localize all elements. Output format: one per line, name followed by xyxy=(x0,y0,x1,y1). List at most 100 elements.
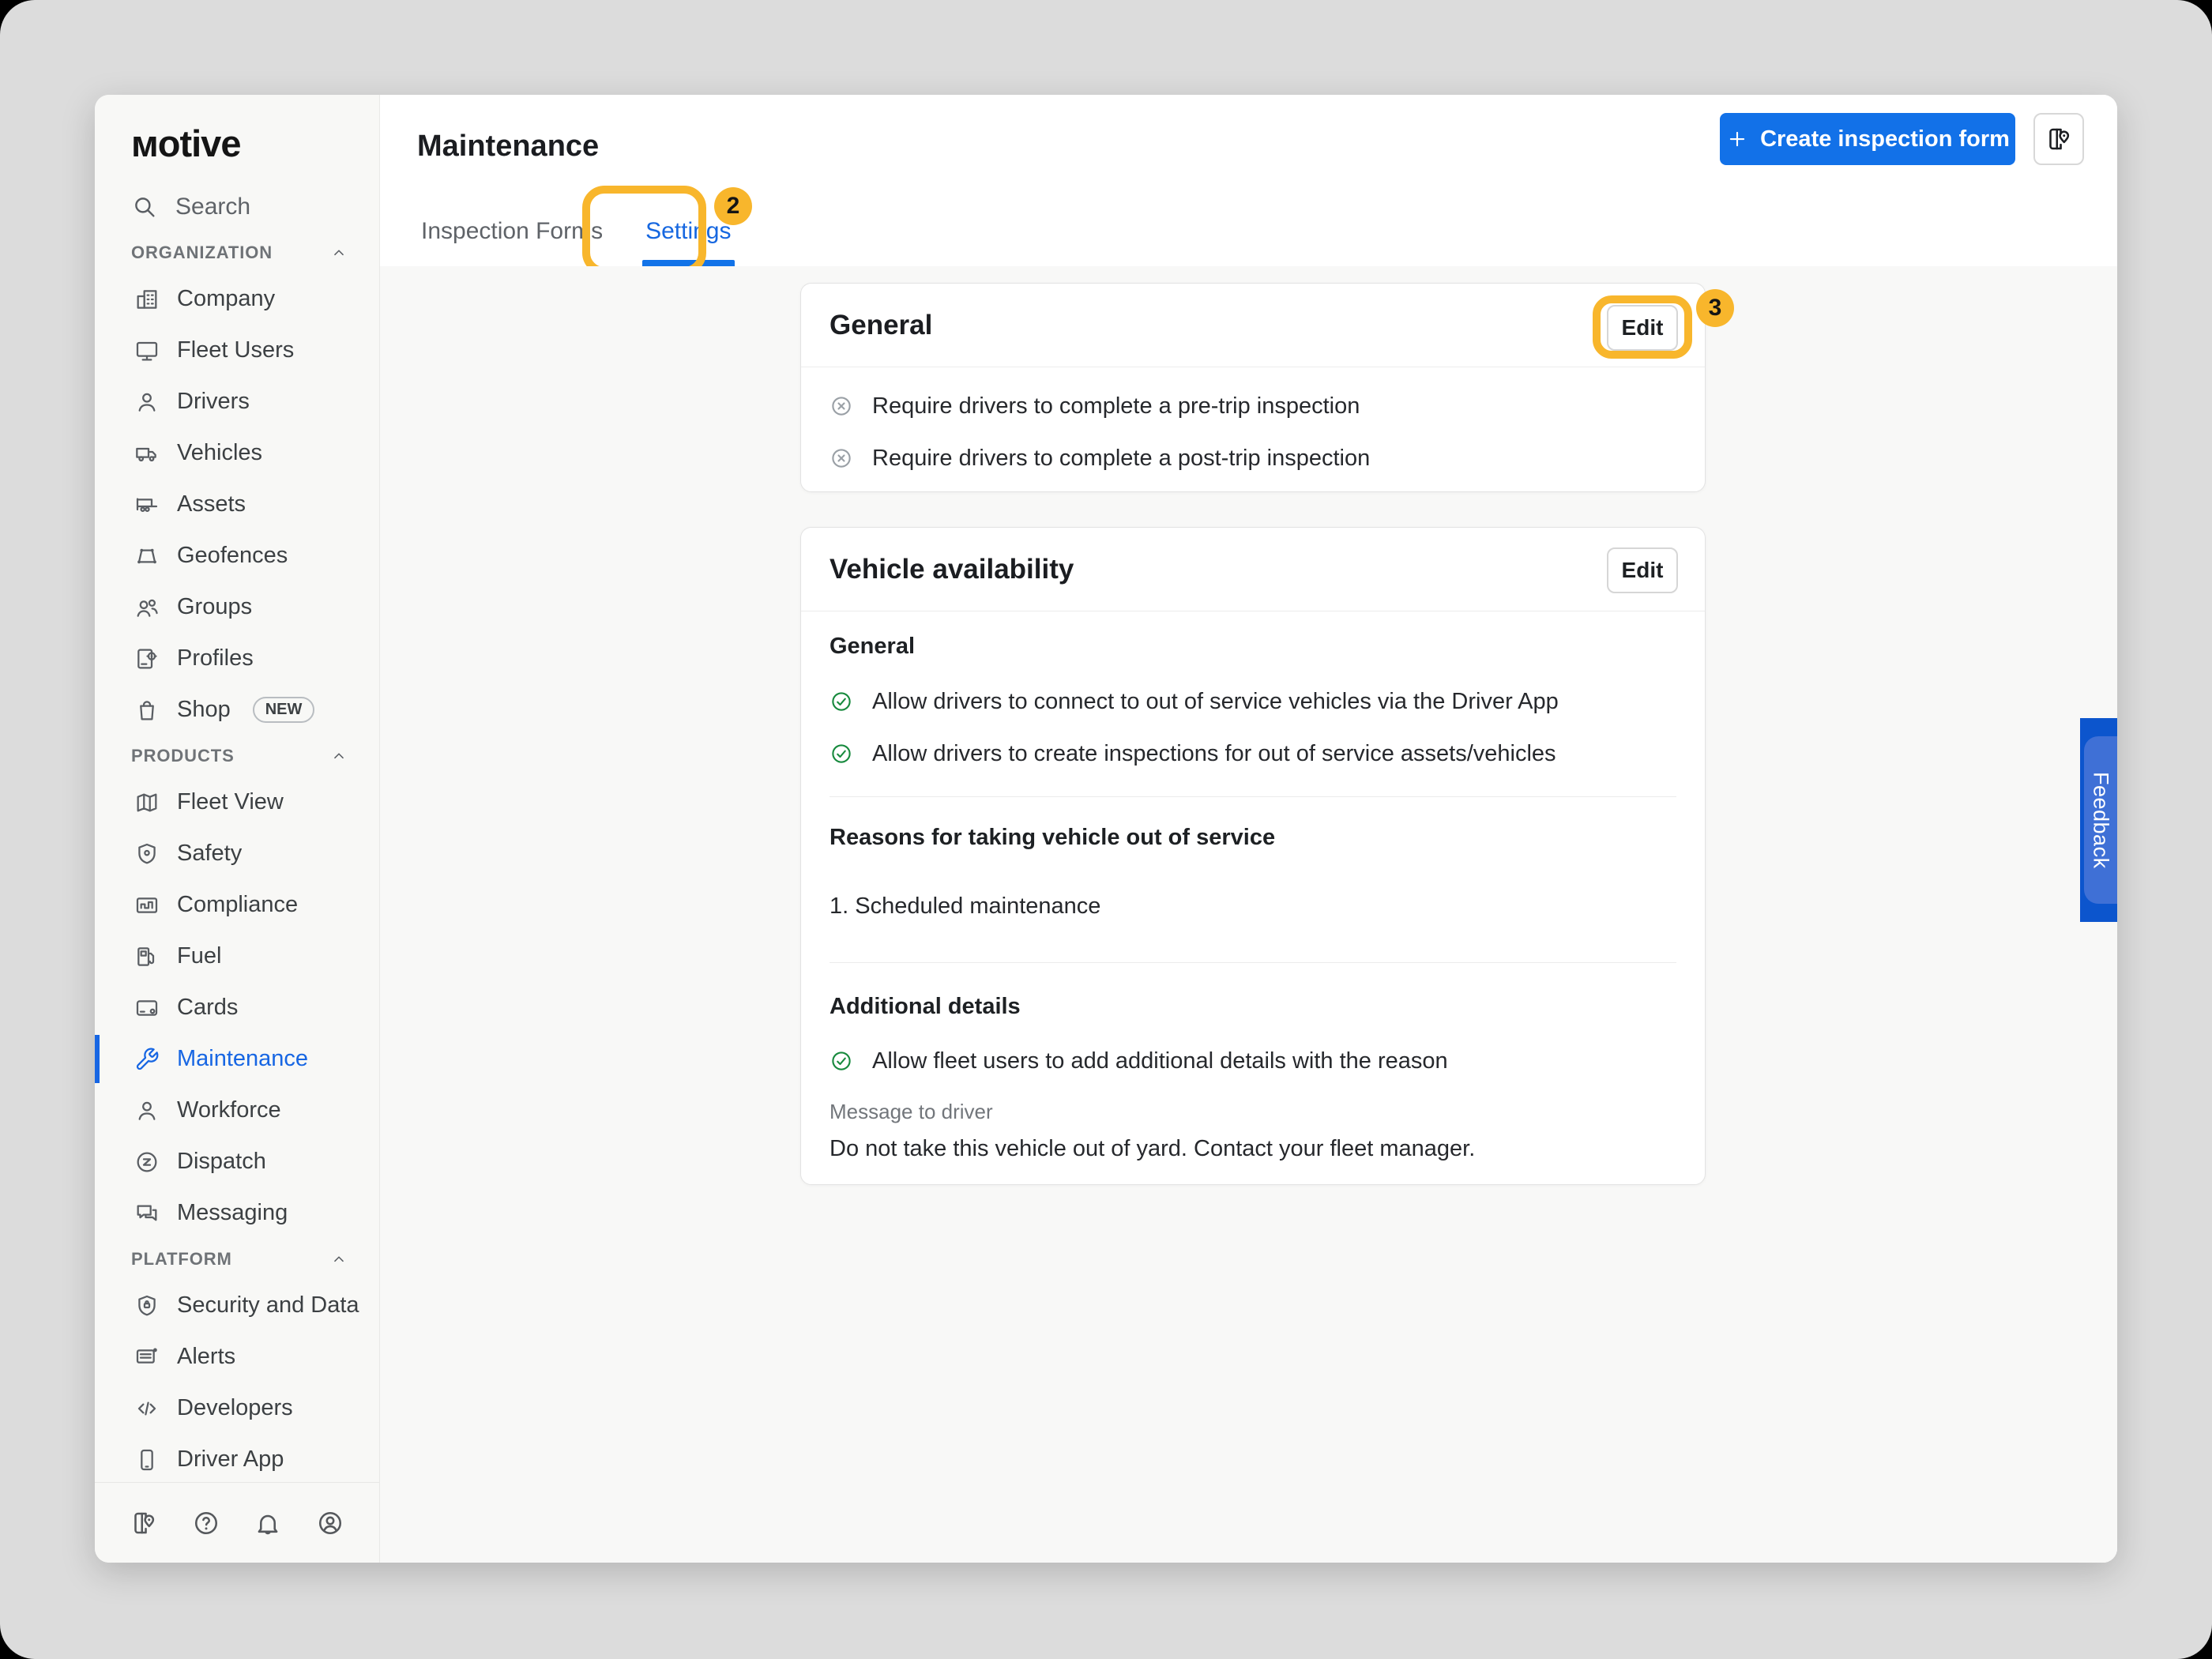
sidebar-item-shop[interactable]: Shop NEW xyxy=(95,684,379,735)
shield-lock-icon xyxy=(134,1293,160,1319)
help-icon[interactable] xyxy=(192,1509,220,1537)
guide-icon xyxy=(2045,125,2073,153)
main-area: Maintenance Inspection Forms Settings 2 … xyxy=(380,95,2117,1563)
page-title: Maintenance xyxy=(417,130,599,164)
section-header-products[interactable]: PRODUCTS xyxy=(95,735,379,777)
vehicle-card-header: Vehicle availability xyxy=(801,528,1705,611)
feedback-tab[interactable]: Feedback xyxy=(2080,718,2117,922)
general-card-header: General xyxy=(801,284,1705,367)
general-settings-card: General Edit 3 Require drivers to comple… xyxy=(800,283,1706,492)
sidebar-item-workforce[interactable]: Workforce xyxy=(95,1085,379,1136)
chevron-up-icon xyxy=(330,244,348,261)
messaging-icon xyxy=(134,1201,160,1226)
shield-icon xyxy=(134,841,160,867)
plus-icon xyxy=(1725,127,1749,151)
message-to-driver-label: Message to driver xyxy=(801,1097,1705,1126)
people-icon xyxy=(134,595,160,620)
section-header-organization[interactable]: ORGANIZATION xyxy=(95,232,379,273)
motive-logo: ᴍotive xyxy=(95,95,379,182)
sidebar-item-fuel[interactable]: Fuel xyxy=(95,931,379,982)
sidebar-item-compliance[interactable]: Compliance xyxy=(95,879,379,931)
circle-check-icon xyxy=(830,742,853,766)
truck-icon xyxy=(134,441,160,466)
building-icon xyxy=(134,287,160,312)
sidebar-item-vehicles[interactable]: Vehicles xyxy=(95,427,379,479)
settings-content: General Edit 3 Require drivers to comple… xyxy=(380,266,2117,1563)
bell-icon[interactable] xyxy=(254,1509,282,1537)
alerts-icon xyxy=(134,1345,160,1370)
feedback-tab-inner: Feedback xyxy=(2084,736,2117,904)
guide-button[interactable] xyxy=(2033,113,2084,165)
circle-check-icon xyxy=(830,1049,853,1073)
person-icon xyxy=(134,389,160,415)
chevron-up-icon xyxy=(330,747,348,765)
sidebar-item-messaging[interactable]: Messaging xyxy=(95,1187,379,1239)
sidebar-footer xyxy=(95,1482,379,1563)
page-header: Maintenance Inspection Forms Settings 2 … xyxy=(380,95,2117,267)
general-edit-button[interactable]: Edit xyxy=(1607,305,1678,351)
vehicle-general-heading: General xyxy=(801,630,1705,662)
card-icon xyxy=(134,995,160,1021)
sidebar: ᴍotive Search ORGANIZATION Company Fleet… xyxy=(95,95,380,1563)
general-card-title: General xyxy=(830,310,932,341)
circle-check-icon xyxy=(830,690,853,713)
setting-row-pre-trip: Require drivers to complete a pre-trip i… xyxy=(801,380,1705,432)
sidebar-item-maintenance[interactable]: Maintenance xyxy=(95,1033,379,1085)
divider xyxy=(830,962,1676,963)
vehicle-availability-card: Vehicle availability Edit General Allow … xyxy=(800,527,1706,1185)
reasons-heading: Reasons for taking vehicle out of servic… xyxy=(801,822,1705,853)
trailer-icon xyxy=(134,492,160,517)
chevron-up-icon xyxy=(330,1251,348,1268)
sidebar-item-security-and-data[interactable]: Security and Data xyxy=(95,1280,379,1331)
circle-x-icon xyxy=(830,394,853,418)
shopping-bag-icon xyxy=(134,698,160,723)
sidebar-item-groups[interactable]: Groups xyxy=(95,581,379,633)
reason-item: 1. Scheduled maintenance xyxy=(801,890,1705,922)
setting-row-create-inspections: Allow drivers to create inspections for … xyxy=(801,728,1705,780)
setting-row-post-trip: Require drivers to complete a post-trip … xyxy=(801,432,1705,484)
sidebar-item-safety[interactable]: Safety xyxy=(95,828,379,879)
sidebar-item-profiles[interactable]: Profiles xyxy=(95,633,379,684)
sidebar-item-alerts[interactable]: Alerts xyxy=(95,1331,379,1382)
sidebar-item-driver-app[interactable]: Driver App xyxy=(95,1434,379,1485)
feedback-label: Feedback xyxy=(2089,772,2113,869)
sidebar-item-company[interactable]: Company xyxy=(95,273,379,325)
geofence-icon xyxy=(134,544,160,569)
guide-icon[interactable] xyxy=(130,1509,158,1537)
screen: ᴍotive Search ORGANIZATION Company Fleet… xyxy=(0,0,2212,1659)
divider xyxy=(830,796,1676,797)
sidebar-item-fleet-users[interactable]: Fleet Users xyxy=(95,325,379,376)
sidebar-item-assets[interactable]: Assets xyxy=(95,479,379,530)
create-inspection-form-button[interactable]: Create inspection form xyxy=(1720,113,2015,165)
account-icon[interactable] xyxy=(316,1509,344,1537)
sidebar-item-dispatch[interactable]: Dispatch xyxy=(95,1136,379,1187)
monitor-icon xyxy=(134,338,160,363)
dispatch-icon xyxy=(134,1149,160,1175)
search-label: Search xyxy=(175,194,250,220)
message-to-driver-text: Do not take this vehicle out of yard. Co… xyxy=(801,1133,1705,1164)
setting-row-additional-details: Allow fleet users to add additional deta… xyxy=(801,1035,1705,1087)
tab-inspection-forms[interactable]: Inspection Forms xyxy=(413,197,611,266)
additional-details-heading: Additional details xyxy=(801,991,1705,1022)
fuel-icon xyxy=(134,944,160,969)
sidebar-item-cards[interactable]: Cards xyxy=(95,982,379,1033)
phone-icon xyxy=(134,1447,160,1473)
profile-gear-icon xyxy=(134,646,160,672)
person-icon xyxy=(134,1098,160,1123)
code-icon xyxy=(134,1396,160,1421)
sidebar-item-developers[interactable]: Developers xyxy=(95,1382,379,1434)
setting-row-connect-out-of-service: Allow drivers to connect to out of servi… xyxy=(801,675,1705,728)
wrench-icon xyxy=(134,1047,160,1072)
search-icon xyxy=(131,194,158,220)
sidebar-item-geofences[interactable]: Geofences xyxy=(95,530,379,581)
vehicle-availability-edit-button[interactable]: Edit xyxy=(1607,547,1678,593)
section-header-platform[interactable]: PLATFORM xyxy=(95,1239,379,1280)
search-input[interactable]: Search xyxy=(95,182,379,232)
app-window: ᴍotive Search ORGANIZATION Company Fleet… xyxy=(95,95,2117,1563)
map-icon xyxy=(134,790,160,815)
tab-settings[interactable]: Settings xyxy=(638,197,739,266)
sidebar-item-drivers[interactable]: Drivers xyxy=(95,376,379,427)
sidebar-item-fleet-view[interactable]: Fleet View xyxy=(95,777,379,828)
compliance-icon xyxy=(134,893,160,918)
vehicle-card-title: Vehicle availability xyxy=(830,554,1074,585)
